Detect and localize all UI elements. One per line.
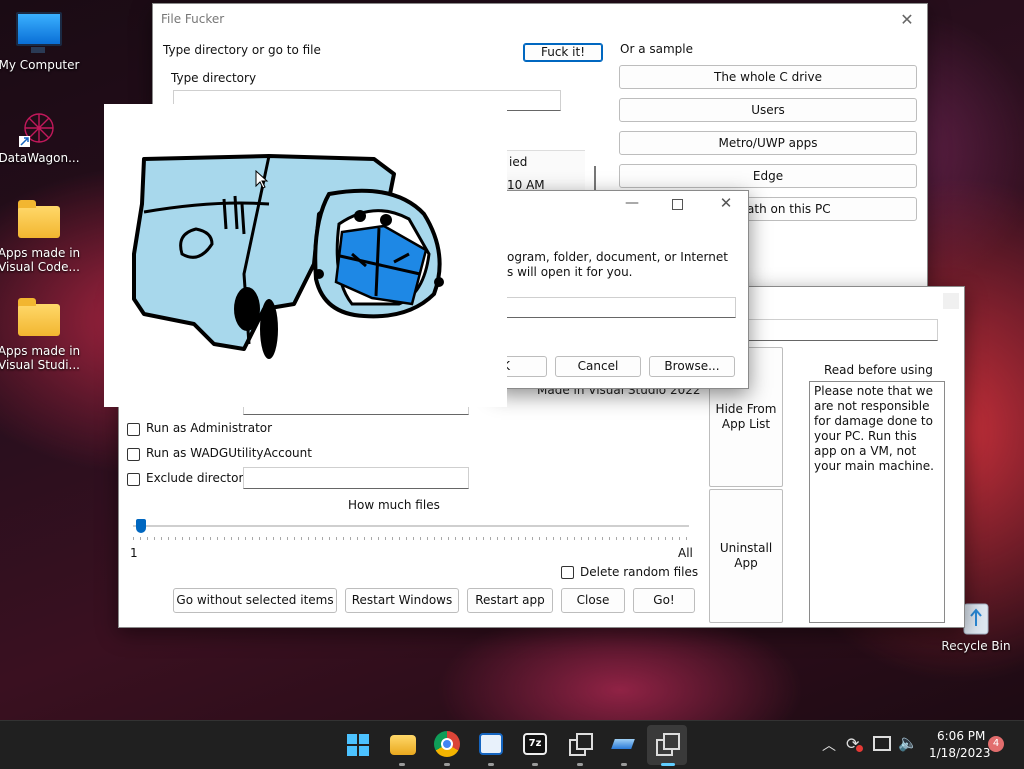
- active-app-highlight[interactable]: [647, 725, 687, 765]
- desktop-icon-label: Apps made in Visual Code...: [0, 246, 81, 274]
- desktop-icon-label: Apps made in Visual Studi...: [0, 344, 81, 372]
- slider-label: How much files: [348, 498, 440, 512]
- file-explorer-icon[interactable]: [390, 735, 416, 755]
- go-without-selected-button[interactable]: Go without selected items: [173, 588, 337, 613]
- close-button[interactable]: Close: [561, 588, 625, 613]
- option-label: Run as WADGUtilityAccount: [146, 446, 312, 460]
- title-bar: File Fucker ✕: [153, 4, 927, 34]
- run-open-input[interactable]: [505, 297, 736, 318]
- computer-icon: [16, 12, 62, 53]
- sample-c-drive-button[interactable]: The whole C drive: [619, 65, 917, 89]
- desktop-icon-label: My Computer: [0, 58, 80, 72]
- close-icon[interactable]: ✕: [717, 194, 735, 212]
- shortcut-icon: [19, 113, 54, 147]
- browse-button[interactable]: Browse...: [649, 356, 735, 377]
- window-app-icon[interactable]: [479, 733, 503, 755]
- desktop-icon-apps-visual-code[interactable]: Apps made in Visual Code...: [0, 200, 81, 274]
- clock-time[interactable]: 6:06 PM: [937, 729, 985, 743]
- uninstall-app-button[interactable]: Uninstall App: [709, 489, 783, 623]
- chrome-icon[interactable]: [434, 731, 460, 757]
- chevron-up-icon[interactable]: ︿: [822, 735, 836, 755]
- running-indicator: [444, 763, 450, 766]
- directory-prompt: Type directory or go to file: [163, 43, 321, 57]
- slider-ticks: [133, 537, 689, 540]
- taskbar: 7z ︿ ⟳ 🔈 6:06 PM 1/18/2023 4: [0, 720, 1024, 769]
- close-icon[interactable]: ✕: [887, 10, 927, 29]
- volume-icon[interactable]: 🔈: [898, 733, 918, 752]
- run-as-admin-checkbox[interactable]: [127, 423, 140, 436]
- read-before-label: Read before using: [824, 363, 933, 377]
- notification-badge[interactable]: 4: [988, 736, 1004, 752]
- type-directory-label: Type directory: [171, 71, 257, 85]
- folder-icon: [18, 298, 60, 336]
- windows-icon: [347, 734, 369, 756]
- option-label: Run as Administrator: [146, 421, 273, 435]
- fuck-it-button[interactable]: Fuck it!: [523, 43, 603, 62]
- alert-badge-icon: [856, 745, 863, 752]
- clock-date[interactable]: 1/18/2023: [929, 746, 991, 760]
- app-windows-icon[interactable]: [567, 731, 593, 757]
- go-button[interactable]: Go!: [633, 588, 695, 613]
- sample-metro-apps-button[interactable]: Metro/UWP apps: [619, 131, 917, 155]
- restart-windows-button[interactable]: Restart Windows: [345, 588, 459, 613]
- desktop-icon-label: DataWagon...: [0, 151, 80, 165]
- delete-random-checkbox[interactable]: [561, 566, 574, 579]
- hide-button-label: Hide From App List: [715, 402, 777, 431]
- drawing-canvas: [104, 104, 507, 407]
- start-button[interactable]: [346, 733, 370, 757]
- maximize-icon[interactable]: [943, 293, 959, 309]
- folder-icon: [18, 200, 60, 238]
- sample-users-button[interactable]: Users: [619, 98, 917, 122]
- running-indicator: [661, 763, 675, 766]
- running-indicator: [577, 763, 583, 766]
- running-indicator: [532, 763, 538, 766]
- sample-edge-button[interactable]: Edge: [619, 164, 917, 188]
- desktop-icon-apps-visual-studio[interactable]: Apps made in Visual Studi...: [0, 298, 81, 372]
- 7zip-icon[interactable]: 7z: [523, 733, 547, 755]
- running-indicator: [488, 763, 494, 766]
- slider-max-label: All: [678, 546, 693, 560]
- slider-thumb[interactable]: [136, 519, 146, 533]
- scrollbar[interactable]: [594, 166, 596, 192]
- slider-min-label: 1: [130, 546, 138, 560]
- minimize-icon[interactable]: —: [622, 195, 642, 211]
- run-as-wadg-checkbox[interactable]: [127, 448, 140, 461]
- files-slider[interactable]: [133, 519, 689, 541]
- restart-app-button[interactable]: Restart app: [467, 588, 553, 613]
- option-label: Exclude directory:: [146, 471, 254, 485]
- exclude-directory-checkbox[interactable]: [127, 473, 140, 486]
- run-app-icon[interactable]: [611, 731, 637, 757]
- run-description-line2: s will open it for you.: [507, 265, 633, 279]
- running-indicator: [399, 763, 405, 766]
- desktop-icon-my-computer[interactable]: My Computer: [0, 12, 81, 72]
- desktop-icon-label: Recycle Bin: [941, 639, 1011, 653]
- desktop-icon-datawagon[interactable]: DataWagon...: [0, 108, 81, 165]
- disclaimer-textbox[interactable]: Please note that we are not responsible …: [809, 381, 945, 623]
- slider-track: [133, 525, 689, 527]
- exclude-directory-input[interactable]: [243, 467, 469, 489]
- run-description-line1: ogram, folder, document, or Internet: [507, 250, 728, 264]
- top-input[interactable]: [748, 319, 938, 341]
- maximize-icon[interactable]: [672, 199, 683, 210]
- mouse-cursor-icon: [255, 170, 269, 189]
- cancel-button[interactable]: Cancel: [555, 356, 641, 377]
- run-dialog: — ✕ ogram, folder, document, or Internet…: [491, 190, 749, 389]
- delete-random-label: Delete random files: [580, 565, 699, 579]
- running-indicator: [621, 763, 627, 766]
- list-item-text: ied: [509, 155, 528, 169]
- hand-drawn-picture: [132, 154, 444, 359]
- network-icon[interactable]: [873, 736, 891, 751]
- window-title: File Fucker: [161, 12, 225, 26]
- uninstall-button-label: Uninstall App: [719, 541, 773, 570]
- sample-label: Or a sample: [620, 42, 693, 56]
